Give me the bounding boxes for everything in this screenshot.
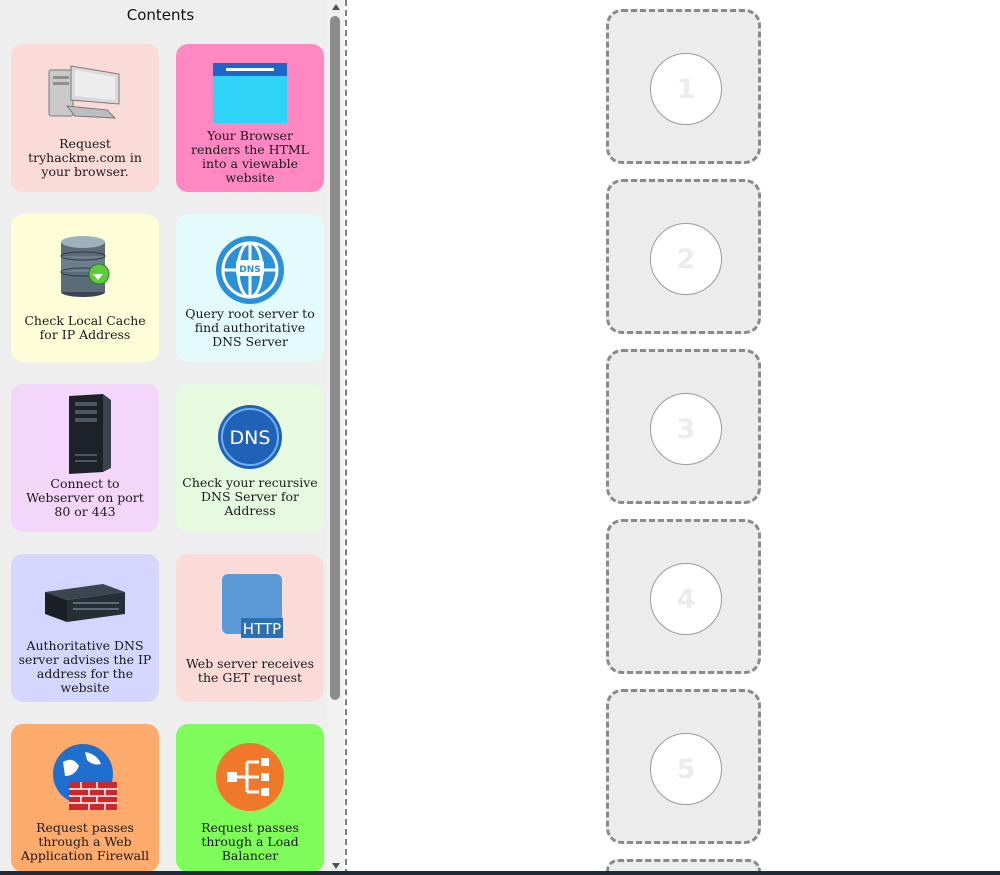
- load-balancer-icon: [176, 742, 324, 812]
- drop-slot-2[interactable]: 2: [606, 179, 761, 334]
- contents-panel: Contents Request tryhackme.com in your b…: [0, 0, 327, 875]
- http-text: HTTP: [243, 620, 281, 638]
- drop-slot-partial[interactable]: [606, 859, 761, 871]
- slot-number: 1: [650, 53, 722, 125]
- contents-title: Contents: [126, 6, 195, 24]
- card-webserver-receives-get[interactable]: HTTP Web server receives the GET request: [176, 554, 324, 702]
- card-label: Request passes through a Load Balancer: [201, 820, 299, 863]
- drop-slot-5[interactable]: 5: [606, 689, 761, 844]
- card-load-balancer[interactable]: Request passes through a Load Balancer: [176, 724, 324, 872]
- slot-number: 2: [650, 223, 722, 295]
- card-query-root-server[interactable]: DNS Query root server to find authoritat…: [176, 214, 324, 362]
- scroll-up-arrow-icon[interactable]: [327, 0, 344, 14]
- bottom-edge-bar: [0, 871, 1000, 875]
- card-label: Request passes through a Web Application…: [20, 820, 150, 863]
- slot-number: 5: [650, 733, 722, 805]
- drop-slot-4[interactable]: 4: [606, 519, 761, 674]
- drop-slot-1[interactable]: 1: [606, 9, 761, 164]
- card-label: Authoritative DNS server advises the IP …: [18, 638, 152, 695]
- server-tower-icon: [11, 394, 159, 474]
- card-label: Check your recursive DNS Server for Addr…: [182, 475, 318, 518]
- scrollbar-thumb[interactable]: [330, 16, 340, 700]
- card-label: Web server receives the GET request: [185, 656, 315, 685]
- card-check-recursive-dns[interactable]: DNS Check your recursive DNS Server for …: [176, 384, 324, 532]
- card-check-local-cache[interactable]: Check Local Cache for IP Address: [11, 214, 159, 362]
- database-icon: [11, 234, 159, 298]
- card-label: Your Browser renders the HTML into a vie…: [191, 128, 309, 185]
- firewall-globe-icon: [11, 742, 159, 812]
- card-connect-webserver[interactable]: Connect to Webserver on port 80 or 443: [11, 384, 159, 532]
- rack-server-icon: [11, 582, 159, 624]
- dns-small-text: DNS: [239, 265, 261, 275]
- computer-icon: [11, 60, 159, 122]
- card-request-in-browser[interactable]: Request tryhackme.com in your browser.: [11, 44, 159, 192]
- dns-text: DNS: [230, 427, 271, 449]
- sidebar-scrollbar[interactable]: [327, 0, 344, 875]
- card-label: Check Local Cache for IP Address: [24, 313, 146, 342]
- dns-globe-icon: DNS: [176, 234, 324, 306]
- slot-number: 3: [650, 393, 722, 465]
- card-label: Connect to Webserver on port 80 or 443: [26, 476, 144, 519]
- http-icon: HTTP: [176, 572, 324, 642]
- card-label: Query root server to find authoritative …: [185, 306, 315, 349]
- card-web-app-firewall[interactable]: Request passes through a Web Application…: [11, 724, 159, 872]
- browser-window-icon: [176, 62, 324, 124]
- dns-icon: DNS: [176, 404, 324, 470]
- card-authoritative-dns[interactable]: Authoritative DNS server advises the IP …: [11, 554, 159, 702]
- drop-slot-3[interactable]: 3: [606, 349, 761, 504]
- slot-number: 4: [650, 563, 722, 635]
- card-browser-renders[interactable]: Your Browser renders the HTML into a vie…: [176, 44, 324, 192]
- card-label: Request tryhackme.com in your browser.: [28, 136, 142, 179]
- panel-divider: [345, 0, 347, 875]
